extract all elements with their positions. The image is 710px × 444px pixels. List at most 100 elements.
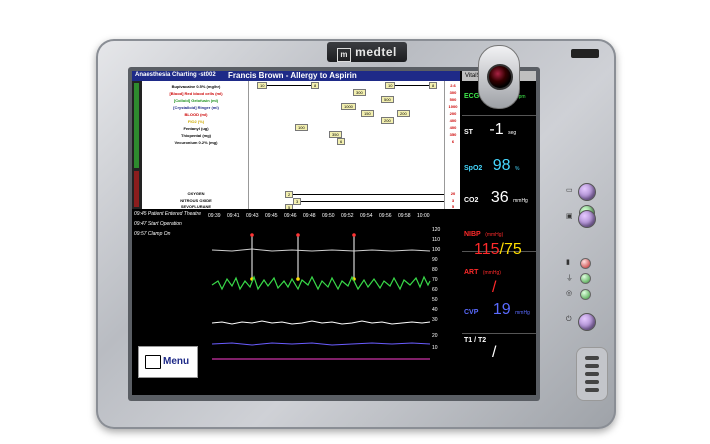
speaker-slot [585, 388, 599, 392]
vital-name: CVP [464, 309, 479, 316]
dose-marker[interactable]: 10 [257, 82, 268, 89]
dose-marker[interactable]: 150 [361, 110, 374, 117]
vital-name: T1 / T2 [464, 337, 487, 344]
drug-label[interactable]: FIO2 (%) [144, 119, 248, 124]
vital-unit: mmHg [513, 198, 528, 204]
time-tick: 10:00 [417, 213, 430, 219]
vital-separator [462, 333, 536, 334]
network-led [580, 289, 591, 300]
scale-tick: 70 [432, 277, 438, 283]
gas-total: 20 [450, 191, 456, 196]
vital-cvp[interactable]: CVP 19 mmHg [464, 301, 534, 319]
battery-icon: ▮ [566, 259, 570, 266]
time-tick: 09:46 [284, 213, 297, 219]
scale-tick: 20 [432, 333, 438, 339]
dose-marker[interactable]: 300 [353, 89, 366, 96]
vital-spo2[interactable]: SpO2 98 % [464, 157, 534, 175]
speaker-slot [585, 372, 599, 376]
systolic-marker [352, 233, 356, 237]
print-icon: ▣ [566, 213, 573, 220]
ir-sensor [571, 49, 599, 58]
dose-marker[interactable]: 8 [311, 82, 320, 89]
scale-tick: 110 [432, 237, 440, 243]
vital-co2[interactable]: CO2 36 mmHg [464, 189, 534, 207]
card-icon: ▭ [566, 187, 573, 194]
gas-marker[interactable]: 2 [285, 191, 294, 198]
vital-temp[interactable]: T1 / T2 / [464, 337, 534, 362]
drug-total: 300 [449, 90, 457, 95]
cvp-trend [211, 342, 431, 346]
drug-label[interactable]: Bupivacaine 0.5% (mg/hr) [144, 84, 248, 89]
gas-label[interactable]: NITROUS OXIDE [144, 198, 248, 203]
strip-green [134, 83, 139, 168]
power-icon: ⏻ [566, 316, 572, 323]
systolic-marker [296, 233, 300, 237]
gas-marker[interactable]: 3 [293, 198, 302, 205]
speaker-slot [585, 356, 599, 360]
time-tick: 09:48 [303, 213, 316, 219]
vital-name: SpO2 [464, 165, 483, 172]
dose-marker[interactable]: 1000 [341, 103, 356, 110]
vital-art[interactable]: ART (mmHg) / [464, 261, 534, 297]
gas-line [289, 194, 444, 195]
drug-label[interactable]: BLOOD (ml) [144, 112, 248, 117]
infusion-line [261, 85, 313, 86]
monitor-device: m medtel Anaesthesia Charting -st002 Fran… [96, 39, 616, 429]
dose-marker[interactable]: 10 [385, 82, 396, 89]
drug-label[interactable]: [Blood] Red blood cells (ml) [144, 91, 248, 96]
dose-marker[interactable]: 8 [429, 82, 438, 89]
dose-marker[interactable]: 200 [397, 110, 410, 117]
value-scale: 120 110 100 90 80 70 60 50 40 30 20 10 [430, 223, 460, 367]
dose-marker[interactable]: 500 [381, 96, 394, 103]
drug-label-column: Bupivacaine 0.5% (mg/hr) [Blood] Red blo… [144, 81, 248, 209]
brand-logo: m medtel [327, 42, 407, 62]
time-tick: 09:50 [322, 213, 335, 219]
vital-unit: mmHg [515, 310, 530, 316]
co2-trend [211, 320, 431, 325]
network-icon: ◎ [566, 290, 573, 297]
scale-tick: 120 [432, 227, 441, 233]
vital-value: / [492, 344, 497, 361]
time-tick: 09:52 [341, 213, 354, 219]
drug-label[interactable]: [Colloid] Gelofusin (ml) [144, 98, 248, 103]
drug-chart: Bupivacaine 0.5% (mg/hr) [Blood] Red blo… [132, 81, 460, 211]
drug-label[interactable]: Fentanyl (ug) [144, 126, 248, 131]
chart-title: Anaesthesia Charting -st002 [135, 72, 216, 78]
drug-total: 500 [449, 97, 457, 102]
dose-marker[interactable]: 6 [337, 138, 346, 145]
gas-label[interactable]: OXYGEN [144, 191, 248, 196]
drug-total: 400 [449, 118, 457, 123]
strip-red [134, 171, 139, 207]
dose-marker[interactable]: 100 [295, 124, 308, 131]
vital-value: / [492, 279, 497, 296]
vital-name: ART [464, 269, 479, 276]
camera-housing [478, 45, 520, 109]
plug-icon: ⏚ [566, 275, 573, 282]
nibp-systolic: 115 [474, 241, 500, 258]
vital-name: ST [464, 129, 473, 136]
scale-tick: 80 [432, 267, 438, 273]
vital-unit: seg [508, 130, 517, 136]
power-button[interactable] [578, 313, 596, 331]
menu-button[interactable]: Menu [138, 346, 198, 378]
vital-nibp[interactable]: NIBP (mmHg) 115/75 [464, 223, 534, 259]
scale-tick: 100 [432, 247, 441, 253]
brand-mark-icon: m [337, 48, 352, 62]
brand-name: medtel [355, 45, 397, 59]
dose-grid[interactable]: 10 8 10 8 300 500 1000 150 200 200 100 3… [248, 81, 445, 211]
dose-marker[interactable]: 200 [381, 117, 394, 124]
vital-separator [462, 115, 536, 116]
infusion-line [391, 85, 433, 86]
scale-tick: 30 [432, 317, 438, 323]
vital-st[interactable]: ST -1 seg [464, 121, 534, 139]
drug-label[interactable]: Vecuronium 0.2% (mg) [144, 140, 248, 145]
drug-label[interactable]: [Crystalloid] Ringer (ml) [144, 105, 248, 110]
record-button[interactable] [578, 210, 596, 228]
dose-marker[interactable]: 350 [329, 131, 342, 138]
vital-value: 36 [490, 189, 509, 206]
time-tick: 09:56 [379, 213, 392, 219]
menu-label: Menu [163, 356, 190, 367]
event-entry[interactable]: 09:45 Patient Entered Theatre [134, 211, 201, 217]
card-button[interactable] [578, 183, 596, 201]
drug-label[interactable]: Thiopental (mg) [144, 133, 248, 138]
